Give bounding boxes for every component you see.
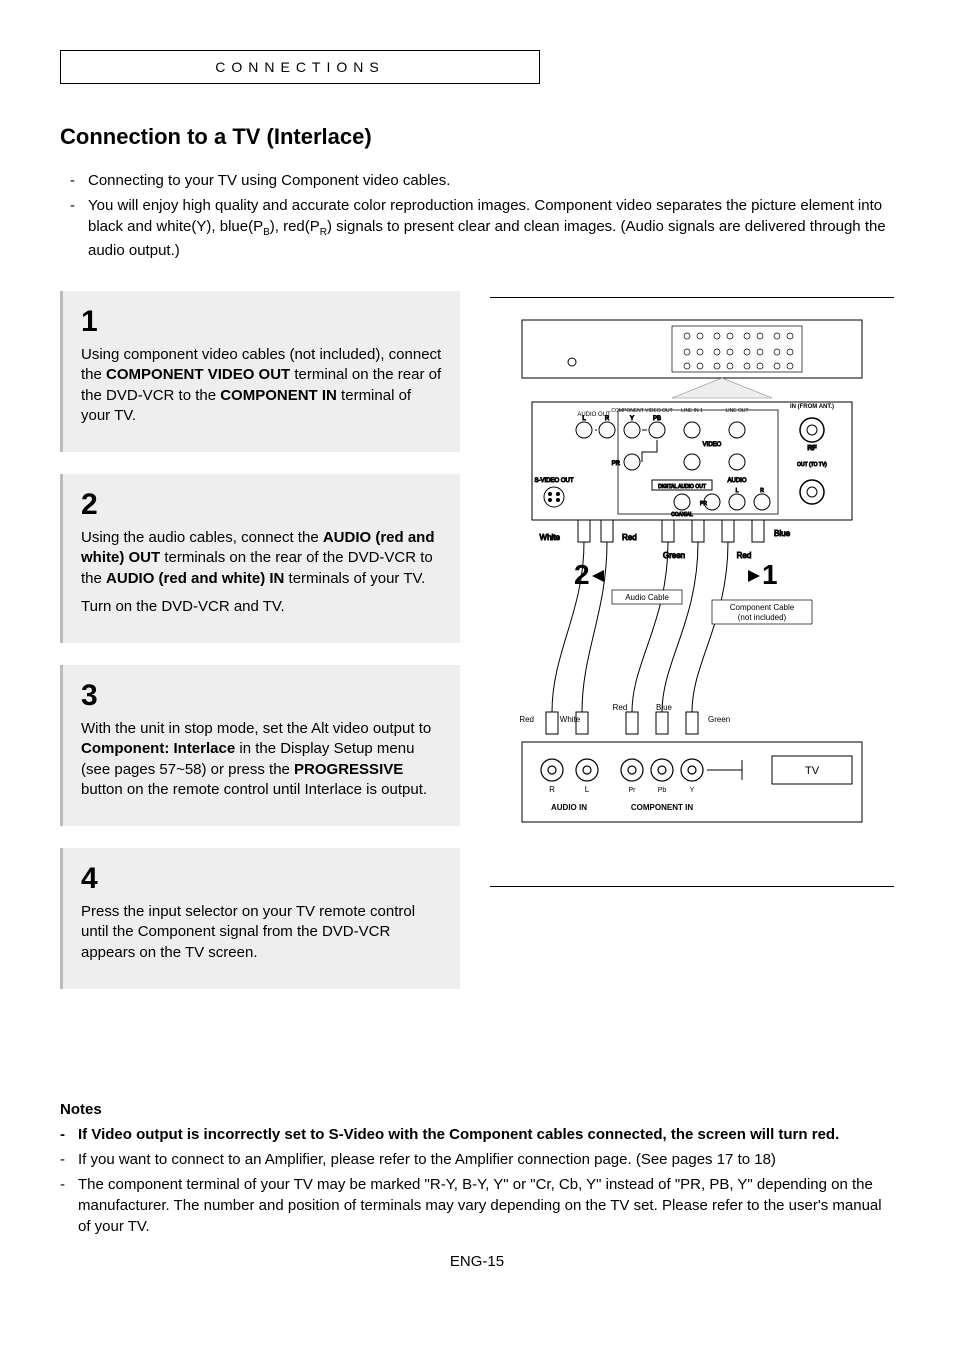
note-item: - If you want to connect to an Amplifier…: [60, 1149, 894, 1170]
text-frag: With the unit in stop mode, set the Alt …: [81, 720, 431, 737]
step-body: Using component video cables (not includ…: [81, 345, 442, 426]
lbl-green: Green: [663, 551, 685, 560]
subscript: B: [263, 227, 270, 238]
lbl-tv-r: R: [549, 785, 555, 794]
lbl-y: Y: [630, 416, 634, 422]
section-tab: CONNECTIONS: [60, 50, 540, 84]
lbl-tv-y: Y: [690, 787, 695, 794]
diagram-column: AUDIO OUT COMPONENT VIDEO OUT LINE IN 1 …: [490, 291, 894, 1011]
text-frag: ), red(P: [270, 218, 320, 235]
intro-text: Connecting to your TV using Component vi…: [88, 170, 894, 191]
arrow-left-icon: [748, 570, 760, 582]
note-text: If you want to connect to an Amplifier, …: [78, 1149, 894, 1170]
dash: -: [70, 170, 88, 191]
diagram-svg: AUDIO OUT COMPONENT VIDEO OUT LINE IN 1 …: [512, 312, 872, 872]
bold-frag: Component: Interlace: [81, 740, 235, 757]
lbl-red4: Red: [613, 703, 628, 712]
note-text: If Video output is incorrectly set to S-…: [78, 1124, 894, 1145]
step-text: Turn on the DVD-VCR and TV.: [81, 597, 442, 617]
step-number: 1: [81, 305, 442, 339]
section-heading: Connection to a TV (Interlace): [60, 124, 894, 150]
step-body: Press the input selector on your TV remo…: [81, 902, 442, 963]
arrow-right-icon: [592, 570, 604, 582]
step-4: 4 Press the input selector on your TV re…: [60, 848, 460, 989]
step-number: 3: [81, 679, 442, 713]
lbl-coaxial: COAXIAL: [671, 512, 693, 518]
lbl-component-cable: Component Cable: [730, 603, 795, 612]
badge-1: 1: [762, 559, 778, 590]
lbl-pr: PR: [612, 461, 621, 467]
bold-frag: COMPONENT VIDEO OUT: [106, 366, 290, 383]
page-number: ENG-15: [60, 1253, 894, 1270]
step-3: 3 With the unit in stop mode, set the Al…: [60, 665, 460, 826]
notes-title: Notes: [60, 1101, 894, 1118]
step-text: Press the input selector on your TV remo…: [81, 902, 442, 963]
text-frag: button on the remote control until Inter…: [81, 781, 427, 798]
lbl-red3: Red: [519, 715, 534, 724]
lbl-tv-pb: Pb: [658, 787, 667, 794]
lbl-pb: PB: [653, 416, 661, 422]
intro-item: - Connecting to your TV using Component …: [70, 170, 894, 191]
badge-2: 2: [574, 559, 590, 590]
bold-frag: AUDIO (red and white) IN: [106, 570, 284, 587]
lbl-component-video-out: COMPONENT VIDEO OUT: [611, 408, 672, 414]
step-body: Using the audio cables, connect the AUDI…: [81, 528, 442, 617]
lbl-red: Red: [622, 533, 637, 542]
lbl-green2: Green: [708, 715, 730, 724]
intro-item: - You will enjoy high quality and accura…: [70, 195, 894, 261]
lbl-tv-l: L: [585, 785, 590, 794]
note-item: - If Video output is incorrectly set to …: [60, 1124, 894, 1145]
lbl-white2: White: [560, 715, 581, 724]
lbl-in: IN (FROM ANT.): [790, 404, 834, 410]
intro-text: You will enjoy high quality and accurate…: [88, 195, 894, 261]
lbl-pr2: PR: [700, 501, 707, 507]
notes-list: - If Video output is incorrectly set to …: [60, 1124, 894, 1237]
lbl-tv: TV: [805, 765, 820, 777]
lbl-audio: AUDIO: [727, 478, 746, 484]
text-frag: Using the audio cables, connect the: [81, 529, 323, 546]
lbl-audio-cable: Audio Cable: [625, 593, 669, 602]
lbl-tv-pr: Pr: [629, 787, 637, 794]
lbl-line-out: LINE OUT: [725, 408, 748, 414]
step-body: With the unit in stop mode, set the Alt …: [81, 719, 442, 800]
step-number: 2: [81, 488, 442, 522]
subscript: R: [320, 227, 327, 238]
notes-section: Notes - If Video output is incorrectly s…: [60, 1101, 894, 1237]
lbl-rf: RF: [807, 445, 817, 452]
bold-frag: COMPONENT IN: [220, 387, 337, 404]
intro-list: - Connecting to your TV using Component …: [60, 170, 894, 261]
step-2: 2 Using the audio cables, connect the AU…: [60, 474, 460, 643]
lbl-blue2: Blue: [656, 703, 673, 712]
note-text: The component terminal of your TV may be…: [78, 1174, 894, 1237]
lbl-svideo-out: S-VIDEO OUT: [534, 478, 573, 484]
lbl-video: VIDEO: [703, 442, 722, 448]
dash: -: [60, 1174, 78, 1237]
note-bold: If Video output is incorrectly set to S-…: [78, 1126, 839, 1143]
dash: -: [70, 195, 88, 261]
lbl-blue: Blue: [774, 529, 791, 538]
connection-diagram: AUDIO OUT COMPONENT VIDEO OUT LINE IN 1 …: [490, 297, 894, 887]
note-item: - The component terminal of your TV may …: [60, 1174, 894, 1237]
step-1: 1 Using component video cables (not incl…: [60, 291, 460, 452]
text-frag: terminals of your TV.: [284, 570, 425, 587]
lbl-red2: Red: [737, 551, 752, 560]
steps-column: 1 Using component video cables (not incl…: [60, 291, 460, 1011]
lbl-not-included: (not included): [738, 613, 787, 622]
dash: -: [60, 1149, 78, 1170]
lbl-audio-in: AUDIO IN: [551, 803, 587, 812]
lbl-l2: L: [736, 488, 739, 494]
lbl-component-in: COMPONENT IN: [631, 803, 693, 812]
lbl-r2: R: [760, 488, 764, 494]
lbl-out-to-tv: OUT (TO TV): [797, 462, 827, 468]
lbl-digital-audio-out: DIGITAL AUDIO OUT: [658, 484, 706, 490]
lbl-white: White: [540, 533, 561, 542]
step-number: 4: [81, 862, 442, 896]
lbl-line-in1: LINE IN 1: [681, 408, 703, 414]
bold-frag: PROGRESSIVE: [294, 761, 403, 778]
dash: -: [60, 1124, 78, 1145]
lbl-r: R: [605, 416, 610, 422]
